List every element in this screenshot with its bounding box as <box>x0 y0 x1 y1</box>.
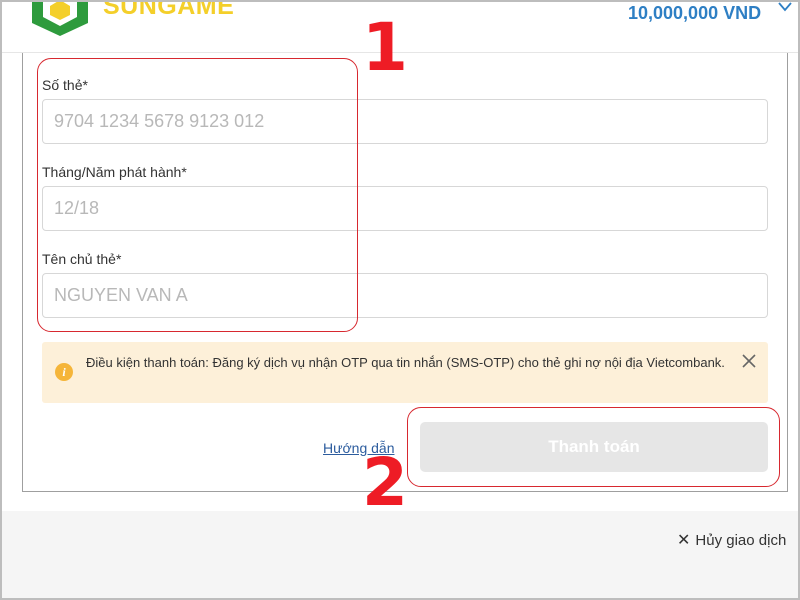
logo-text: SUNGAME <box>103 0 235 20</box>
annotation-box-form-fields <box>37 58 358 332</box>
payment-notice: i Điều kiện thanh toán: Đăng ký dịch vụ … <box>42 342 768 403</box>
chevron-down-icon[interactable] <box>777 0 793 14</box>
info-icon: i <box>55 363 73 381</box>
notice-text: Điều kiện thanh toán: Đăng ký dịch vụ nh… <box>86 355 725 370</box>
annotation-number-1: 1 <box>362 9 408 86</box>
cancel-label: Hủy giao dịch <box>695 532 787 549</box>
cancel-transaction-button[interactable]: ✕ Hủy giao dịch <box>677 530 786 550</box>
close-icon: ✕ <box>677 532 691 549</box>
close-icon[interactable] <box>740 352 758 370</box>
annotation-number-2: 2 <box>362 444 408 521</box>
footer-bar: ✕ Hủy giao dịch <box>0 511 800 600</box>
account-balance: 10,000,000 VND <box>628 3 762 23</box>
logo-icon <box>32 0 88 36</box>
annotation-box-pay-button <box>407 407 780 487</box>
